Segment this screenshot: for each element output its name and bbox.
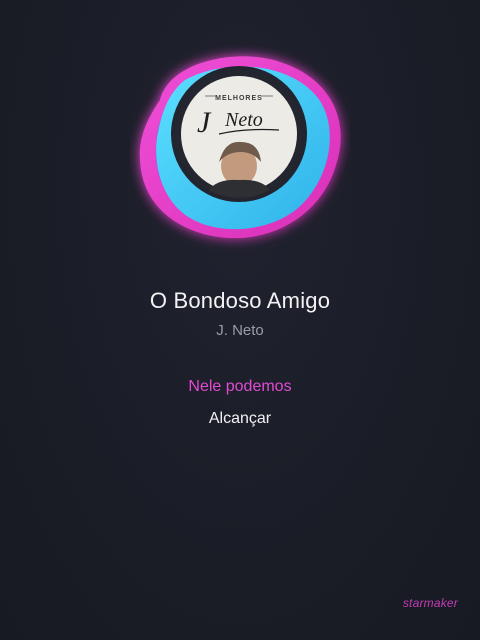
lyric-next-line: Alcançar [208,410,272,427]
album-logo-name: Neto [224,109,263,131]
album-logo-j: J [197,106,212,139]
lyric-current-line: Nele podemos [188,378,292,395]
album-badge-text: MELHORES [215,95,263,102]
album-cover-image: MELHORES J Neto [175,70,303,198]
song-title: O Bondoso Amigo [149,288,331,313]
album-art-visualizer: MELHORES J Neto [130,40,350,250]
starmaker-watermark: starmaker [402,596,458,610]
karaoke-player-screen: MELHORES J Neto O Bondoso Amigo J. Neto … [0,0,480,640]
song-artist: J. Neto [216,322,264,339]
